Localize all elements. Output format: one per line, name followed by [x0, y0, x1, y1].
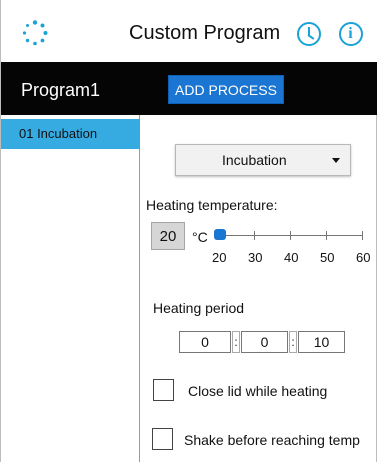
process-type-dropdown[interactable]: Incubation: [175, 144, 351, 176]
close-lid-label: Close lid while heating: [188, 383, 328, 399]
program-bar: Program1 ADD PROCESS: [1, 62, 377, 115]
slider-tick-label: 60: [356, 250, 371, 265]
slider-tick: [254, 231, 255, 240]
slider-tick-label: 40: [284, 250, 299, 265]
slider-tick-label: 50: [320, 250, 335, 265]
temperature-unit: °C: [192, 229, 208, 245]
process-list: 01 Incubation: [1, 115, 140, 462]
shake-label: Shake before reaching temp: [184, 432, 360, 448]
heating-period-label: Heating period: [153, 300, 245, 316]
time-separator: :: [289, 331, 297, 353]
dropdown-selected-value: Incubation: [222, 152, 287, 168]
program-name: Program1: [21, 80, 101, 100]
app-window: Custom Program i Program1 ADD PROCESS 01…: [0, 0, 377, 462]
slider-tick: [290, 231, 291, 240]
slider-tick: [326, 231, 327, 240]
slider-tick-label: 20: [212, 250, 227, 265]
dropdown-arrow-icon: [332, 158, 340, 163]
period-hours-field[interactable]: 0: [179, 331, 231, 353]
period-seconds-field[interactable]: 10: [298, 331, 345, 353]
temperature-slider-thumb[interactable]: [214, 229, 226, 240]
clock-icon[interactable]: [297, 22, 321, 46]
shake-checkbox[interactable]: [152, 428, 173, 450]
heating-temperature-label: Heating temperature:: [146, 197, 278, 213]
slider-tick: [362, 231, 363, 240]
temperature-value-field[interactable]: 20: [151, 222, 185, 250]
add-process-button[interactable]: ADD PROCESS: [168, 75, 284, 104]
slider-tick-label: 30: [248, 250, 263, 265]
time-separator: :: [232, 331, 240, 353]
info-icon[interactable]: i: [339, 22, 363, 46]
close-lid-checkbox[interactable]: [153, 379, 174, 401]
period-minutes-field[interactable]: 0: [241, 331, 288, 353]
page-title: Custom Program: [129, 22, 281, 44]
process-list-item[interactable]: 01 Incubation: [1, 119, 140, 149]
header: Custom Program i: [1, 0, 377, 62]
loading-dots-icon[interactable]: [22, 20, 48, 46]
